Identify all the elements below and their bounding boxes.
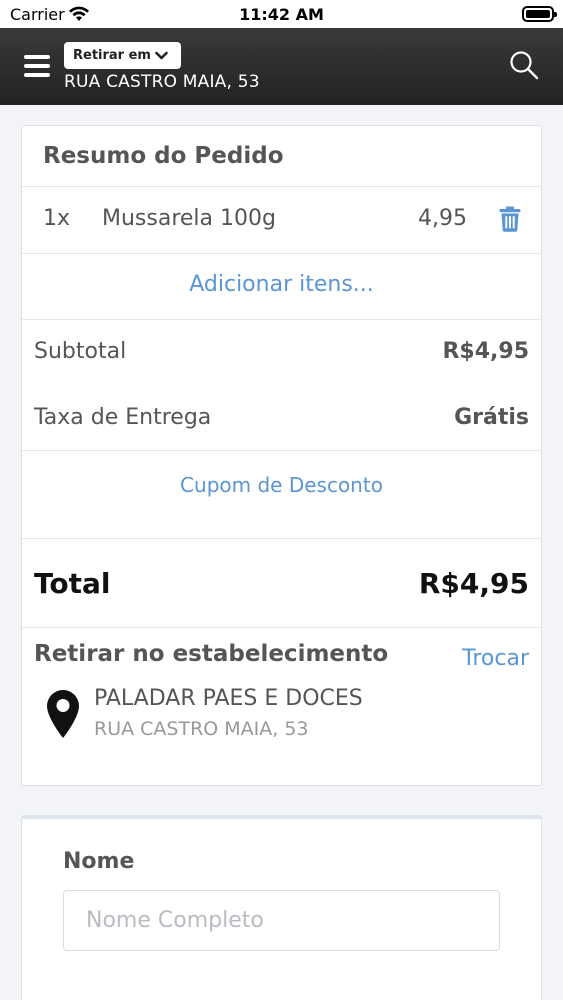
pickup-mode-label: Retirar em [73,48,151,63]
battery-icon [522,6,557,22]
change-store-link[interactable]: Trocar [462,646,529,671]
store-name: PALADAR PAES E DOCES [94,686,363,711]
discount-coupon-link[interactable]: Cupom de Desconto [22,473,541,497]
subtotal-label: Subtotal [34,339,127,364]
clock: 11:42 AM [239,5,324,24]
customer-form-card: Nome [21,815,542,1000]
delivery-fee-value: Grátis [454,405,529,430]
trash-icon[interactable] [499,206,521,232]
name-field-label: Nome [63,849,135,874]
subtotal-value: R$4,95 [442,339,529,364]
order-summary-title: Resumo do Pedido [43,143,284,169]
item-name: Mussarela 100g [102,206,276,231]
app-header: Retirar em RUA CASTRO MAIA, 53 [0,28,563,105]
divider [22,627,541,628]
delivery-fee-label: Taxa de Entrega [34,405,212,430]
map-pin-icon [47,690,79,738]
pickup-mode-dropdown[interactable]: Retirar em [64,42,181,69]
hamburger-menu-icon[interactable] [24,55,50,77]
divider [22,319,541,320]
search-icon[interactable] [509,50,539,80]
header-address: RUA CASTRO MAIA, 53 [64,72,260,92]
divider [22,450,541,451]
status-bar: Carrier 11:42 AM [0,0,563,28]
chevron-down-icon [155,51,168,59]
total-value: R$4,95 [418,567,529,600]
item-price: 4,95 [418,206,467,231]
order-summary-card: Resumo do Pedido 1x Mussarela 100g 4,95 … [21,125,542,786]
name-input[interactable] [63,890,500,951]
divider [22,186,541,187]
pickup-title: Retirar no estabelecimento [34,641,389,667]
divider [22,253,541,254]
store-address: RUA CASTRO MAIA, 53 [94,718,309,740]
total-label: Total [34,567,111,600]
item-quantity: 1x [43,206,71,231]
divider [22,538,541,539]
add-items-link[interactable]: Adicionar itens... [22,272,541,297]
